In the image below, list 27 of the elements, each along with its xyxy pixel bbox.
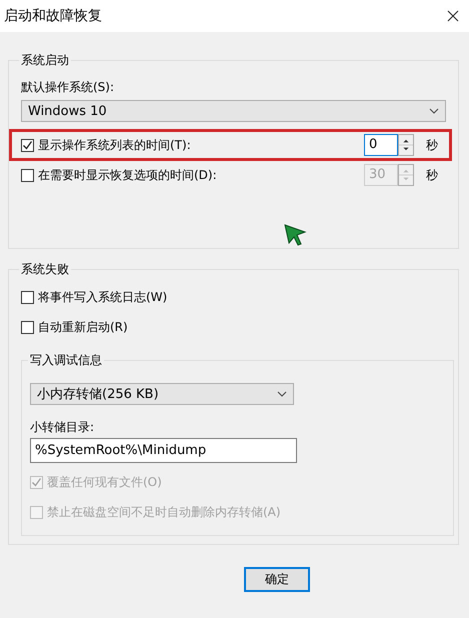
field-label: 默认操作系统(S):: [21, 79, 116, 96]
window-title: 启动和故障恢复: [4, 7, 102, 25]
seconds-field[interactable]: 0: [364, 134, 398, 156]
dump-directory-field[interactable]: %SystemRoot%\Minidump: [30, 438, 297, 463]
spinner-icon[interactable]: [398, 134, 414, 156]
group-title: 写入调试信息: [29, 352, 103, 369]
chevron-down-icon: [429, 108, 439, 114]
dump-type-dropdown[interactable]: 小内存转储(256 KB): [30, 383, 294, 405]
checkbox[interactable]: [21, 290, 34, 304]
checkbox[interactable]: [21, 138, 34, 152]
checkbox-label: 在需要时显示恢复选项的时间(D):: [38, 166, 217, 184]
ok-button[interactable]: 确定: [244, 567, 310, 592]
checkbox-label: 将事件写入系统日志(W): [38, 288, 168, 306]
checkbox-label: 禁止在磁盘空间不足时自动删除内存转储(A): [47, 504, 281, 520]
unit-label: 秒: [426, 136, 439, 154]
chevron-down-icon: [277, 391, 287, 397]
checkbox-label: 显示操作系统列表的时间(T):: [38, 136, 191, 154]
unit-label: 秒: [426, 166, 439, 184]
close-icon[interactable]: [447, 10, 459, 22]
checkbox-label: 自动重新启动(R): [38, 318, 128, 336]
os-dropdown[interactable]: Windows 10: [21, 100, 446, 122]
field-label: 小转储目录:: [30, 419, 96, 436]
cursor-icon: [283, 223, 307, 247]
group-title: 系统启动: [20, 52, 70, 69]
checkbox-label: 覆盖任何现有文件(O): [47, 474, 162, 490]
checkbox[interactable]: [21, 320, 34, 334]
group-title: 系统失败: [20, 261, 70, 278]
